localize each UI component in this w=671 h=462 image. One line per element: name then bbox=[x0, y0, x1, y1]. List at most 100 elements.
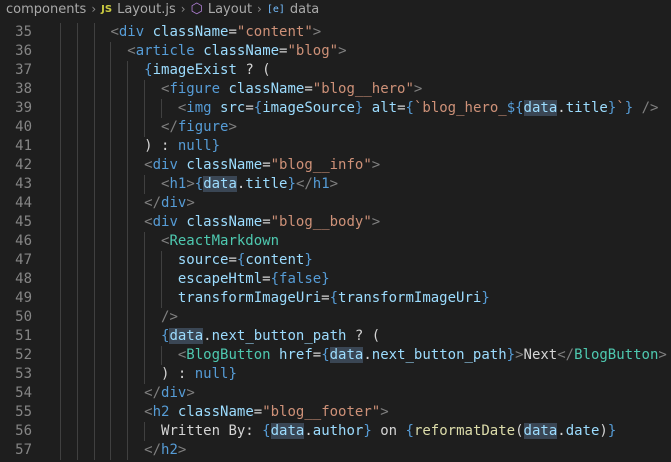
code-line[interactable]: 36 <article className="blog"> bbox=[0, 42, 671, 61]
code-line[interactable]: 57 </h2> bbox=[0, 441, 671, 460]
code-token: { bbox=[270, 271, 280, 287]
code-line[interactable]: 44 </div> bbox=[0, 194, 671, 213]
code-line[interactable]: 47 source={content} bbox=[0, 251, 671, 270]
code-token: < bbox=[144, 157, 153, 173]
code-line[interactable]: 48 escapeHtml={false} bbox=[0, 270, 671, 289]
breadcrumb-components[interactable]: components bbox=[6, 0, 86, 19]
code-token: } bbox=[363, 423, 372, 439]
code-token: ) : bbox=[144, 138, 178, 154]
code-token: /> bbox=[641, 100, 659, 116]
code-text: <div className="content"> bbox=[43, 23, 321, 42]
code-line[interactable]: 40 </figure> bbox=[0, 118, 671, 137]
code-line[interactable]: 49 transformImageUri={transformImageUri} bbox=[0, 289, 671, 308]
code-token: </ bbox=[144, 195, 162, 211]
code-token: { bbox=[262, 423, 271, 439]
code-line[interactable]: 56 Written By: {data.author} on {reforma… bbox=[0, 422, 671, 441]
code-token: } bbox=[287, 176, 296, 192]
code-token: { bbox=[329, 290, 339, 306]
code-token: className bbox=[228, 81, 305, 97]
code-text: </div> bbox=[43, 194, 195, 213]
code-token: > bbox=[329, 176, 339, 192]
code-token: } bbox=[607, 423, 617, 439]
line-number: 55 bbox=[15, 404, 32, 420]
breadcrumb-data[interactable]: data bbox=[290, 0, 319, 19]
code-token: > bbox=[658, 347, 667, 363]
code-token: > bbox=[228, 119, 237, 135]
line-number: 50 bbox=[15, 309, 32, 325]
code-line[interactable]: 50 /> bbox=[0, 308, 671, 327]
code-token: className bbox=[203, 43, 280, 59]
code-line[interactable]: 52 <BlogButton href={data.next_button_pa… bbox=[0, 346, 671, 365]
code-token: { bbox=[405, 100, 414, 116]
js-file-icon: JS bbox=[101, 4, 113, 15]
line-number: 51 bbox=[15, 328, 32, 344]
line-number: 47 bbox=[15, 252, 32, 268]
line-number: 35 bbox=[15, 24, 32, 40]
code-token: title bbox=[245, 176, 288, 192]
code-token: ? ( bbox=[346, 328, 381, 344]
breadcrumb-layout[interactable]: Layout bbox=[208, 0, 252, 19]
code-line[interactable]: 45 <div className="blog__body"> bbox=[0, 213, 671, 232]
code-token: null bbox=[177, 138, 212, 154]
code-line[interactable]: 42 <div className="blog__info"> bbox=[0, 156, 671, 175]
code-token: </ bbox=[557, 347, 575, 363]
line-number: 36 bbox=[15, 43, 32, 59]
code-text: <div className="blog__body"> bbox=[43, 213, 380, 232]
code-token: "content" bbox=[236, 24, 313, 40]
code-text: </h2> bbox=[43, 441, 186, 460]
code-text: <ReactMarkdown bbox=[43, 232, 279, 251]
code-line[interactable]: 39 <img src={imageSource} alt={`blog_her… bbox=[0, 99, 671, 118]
code-token: = bbox=[262, 271, 271, 287]
line-number: 37 bbox=[15, 62, 32, 78]
code-token: < bbox=[127, 43, 136, 59]
code-token: title bbox=[565, 100, 608, 116]
chevron-right-icon: › bbox=[91, 2, 97, 16]
code-text: /> bbox=[43, 308, 178, 327]
code-token: imageExist bbox=[152, 62, 237, 78]
code-editor[interactable]: 35 <div className="content"> 36 <article … bbox=[0, 23, 671, 460]
code-token: next_button_path bbox=[211, 328, 347, 344]
code-token: BlogButton bbox=[186, 347, 271, 363]
code-token: null bbox=[194, 366, 229, 382]
code-token: className bbox=[186, 157, 263, 173]
code-token: className bbox=[186, 214, 263, 230]
code-line[interactable]: 54 </div> bbox=[0, 384, 671, 403]
code-line[interactable]: 51 {data.next_button_path ? ( bbox=[0, 327, 671, 346]
code-line[interactable]: 37 {imageExist ? ( bbox=[0, 61, 671, 80]
code-token: </ bbox=[295, 176, 313, 192]
code-text: <figure className="blog__hero"> bbox=[43, 80, 422, 99]
line-number: 39 bbox=[15, 100, 32, 116]
code-text: <img src={imageSource} alt={`blog_hero_$… bbox=[43, 99, 658, 118]
code-line[interactable]: 38 <figure className="blog__hero"> bbox=[0, 80, 671, 99]
breadcrumb-layout-js[interactable]: Layout.js bbox=[117, 0, 176, 19]
code-line[interactable]: 43 <h1>{data.title}</h1> bbox=[0, 175, 671, 194]
code-token: imageSource bbox=[262, 100, 355, 116]
line-number: 38 bbox=[15, 81, 32, 97]
line-number: 52 bbox=[15, 347, 32, 363]
code-token: div bbox=[161, 195, 187, 211]
highlighted-token: data bbox=[203, 176, 237, 192]
code-token: . bbox=[304, 423, 313, 439]
code-line[interactable]: 55 <h2 className="blog__footer"> bbox=[0, 403, 671, 422]
code-token: alt bbox=[371, 100, 398, 116]
code-line[interactable]: 35 <div className="content"> bbox=[0, 23, 671, 42]
code-line[interactable]: 41 ) : null} bbox=[0, 137, 671, 156]
line-number: 45 bbox=[15, 214, 32, 230]
code-text: Written By: {data.author} on {reformatDa… bbox=[43, 422, 616, 441]
code-line[interactable]: 53 ) : null} bbox=[0, 365, 671, 384]
code-token: Written By: bbox=[161, 423, 263, 439]
code-token: . bbox=[203, 328, 212, 344]
line-number: 48 bbox=[15, 271, 32, 287]
code-token: ` bbox=[616, 100, 625, 116]
code-token: > bbox=[371, 214, 381, 230]
code-line[interactable]: 46 <ReactMarkdown bbox=[0, 232, 671, 251]
code-token: { bbox=[253, 100, 263, 116]
code-token: = bbox=[253, 404, 263, 420]
code-token: > bbox=[413, 81, 423, 97]
chevron-right-icon: › bbox=[180, 2, 186, 16]
